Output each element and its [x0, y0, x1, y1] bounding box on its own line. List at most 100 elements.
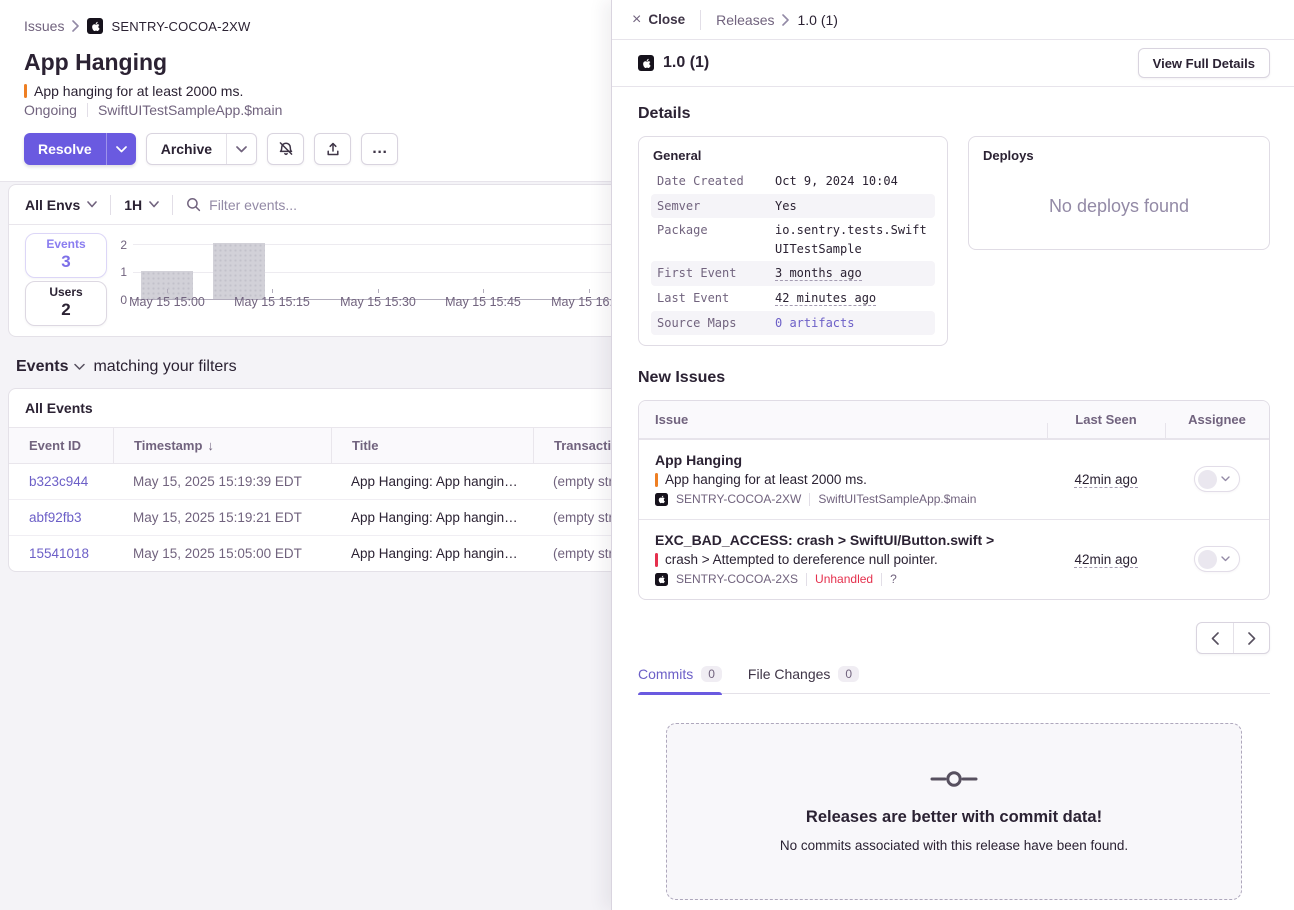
source-maps-link[interactable]: 0 artifacts: [775, 316, 854, 330]
close-icon: ×: [632, 12, 641, 28]
event-title: App Hanging: App hangin…: [331, 500, 533, 535]
issues-pagination: [638, 622, 1270, 654]
archive-split-button: Archive: [146, 133, 257, 165]
new-issues-table: Issue Last Seen Assignee App Hanging App…: [638, 400, 1270, 600]
tab-file-changes[interactable]: File Changes 0: [748, 666, 859, 693]
commits-empty-body: No commits associated with this release …: [687, 838, 1221, 853]
new-issues-heading: New Issues: [638, 369, 1270, 387]
resolve-dropdown-button[interactable]: [106, 133, 136, 165]
close-drawer-button[interactable]: × Close: [632, 12, 685, 28]
event-title: App Hanging: App hangin…: [331, 536, 533, 571]
chart-bar[interactable]: [213, 243, 265, 299]
event-id-link[interactable]: b323c944: [9, 464, 113, 499]
view-full-details-button[interactable]: View Full Details: [1138, 48, 1270, 78]
column-header-issue: Issue: [639, 412, 1047, 427]
breadcrumb-releases-link[interactable]: Releases: [716, 12, 774, 28]
commits-empty-state: Releases are better with commit data! No…: [666, 723, 1242, 900]
mute-button[interactable]: [267, 133, 304, 165]
x-tick-label: May 15 15:30: [340, 295, 416, 309]
next-page-button[interactable]: [1233, 623, 1269, 653]
archive-button[interactable]: Archive: [147, 134, 226, 164]
column-header-timestamp[interactable]: Timestamp↓: [113, 428, 331, 463]
tick-mark: [589, 289, 590, 293]
event-title: App Hanging: App hangin…: [331, 464, 533, 499]
divider: [172, 195, 173, 215]
divider: [881, 573, 882, 586]
issue-row[interactable]: App Hanging App hanging for at least 200…: [639, 439, 1269, 519]
chevron-down-icon: [1221, 556, 1230, 562]
assignee-dropdown[interactable]: [1194, 546, 1240, 572]
general-card-title: General: [651, 148, 935, 163]
general-row: Date Created Oct 9, 2024 10:04: [651, 169, 935, 194]
assignee-dropdown[interactable]: [1194, 466, 1240, 492]
column-header-last-seen: Last Seen: [1047, 412, 1165, 427]
last-seen-cell: 42min ago: [1047, 472, 1165, 487]
assignee-cell: [1165, 466, 1269, 492]
more-actions-button[interactable]: …: [361, 133, 398, 165]
issue-subtitle: App hanging for at least 2000 ms.: [655, 472, 1047, 487]
issue-subtitle: crash > Attempted to dereference null po…: [655, 552, 1047, 567]
column-header-event-id[interactable]: Event ID: [9, 428, 113, 463]
general-key: Package: [657, 221, 775, 258]
last-seen-tooltip-value[interactable]: 42min ago: [1074, 552, 1137, 568]
details-heading: Details: [638, 105, 1270, 123]
divider: [806, 573, 807, 586]
general-card: General Date Created Oct 9, 2024 10:04 S…: [638, 136, 948, 346]
issue-cell: EXC_BAD_ACCESS: crash > SwiftUI/Button.s…: [639, 532, 1047, 586]
event-timestamp: May 15, 2025 15:05:00 EDT: [113, 536, 331, 571]
issue-row[interactable]: EXC_BAD_ACCESS: crash > SwiftUI/Button.s…: [639, 519, 1269, 599]
archive-dropdown-button[interactable]: [226, 134, 256, 164]
avatar: [1198, 470, 1217, 489]
release-title: 1.0 (1): [663, 54, 709, 72]
general-row: Semver Yes: [651, 194, 935, 219]
event-id-link[interactable]: 15541018: [9, 536, 113, 571]
time-range-selector[interactable]: 1H: [124, 197, 159, 213]
general-row: First Event 3 months ago: [651, 261, 935, 286]
breadcrumb-issues-link[interactable]: Issues: [24, 18, 64, 34]
column-header-title[interactable]: Title: [331, 428, 533, 463]
chevron-down-icon: [116, 146, 127, 153]
last-seen-tooltip-value[interactable]: 42min ago: [1074, 472, 1137, 488]
chevron-right-icon: [1248, 632, 1256, 645]
tab-commits[interactable]: Commits 0: [638, 666, 722, 693]
general-row: Package io.sentry.tests.SwiftUITestSampl…: [651, 218, 935, 261]
deploys-card-title: Deploys: [981, 148, 1257, 163]
general-value: io.sentry.tests.SwiftUITestSample: [775, 221, 929, 258]
environment-selector[interactable]: All Envs: [25, 197, 97, 213]
chart-plot-area: 2 1 0: [133, 244, 653, 300]
issue-title-link[interactable]: App Hanging: [655, 452, 1047, 468]
apple-project-icon: [87, 18, 103, 34]
general-row: Source Maps 0 artifacts: [651, 311, 935, 336]
apple-project-icon: [655, 573, 668, 586]
assignee-cell: [1165, 546, 1269, 572]
last-event-tooltip-value[interactable]: 42 minutes ago: [775, 291, 876, 306]
help-icon[interactable]: ?: [890, 572, 897, 586]
release-tabs: Commits 0 File Changes 0: [638, 666, 1270, 694]
first-event-tooltip-value[interactable]: 3 months ago: [775, 266, 862, 281]
events-heading-label: Events: [16, 358, 68, 376]
events-stat-card[interactable]: Events 3: [25, 233, 107, 278]
tab-commits-count: 0: [701, 666, 722, 682]
deploys-empty-text: No deploys found: [981, 169, 1257, 217]
general-row: Last Event 42 minutes ago: [651, 286, 935, 311]
share-button[interactable]: [314, 133, 351, 165]
divider: [809, 493, 810, 506]
git-commit-icon: [930, 768, 978, 790]
events-heading-subtitle: matching your filters: [93, 358, 236, 376]
chevron-down-icon: [87, 201, 97, 208]
previous-page-button[interactable]: [1197, 623, 1233, 653]
issue-subtitle: App hanging for at least 2000 ms.: [34, 83, 243, 99]
level-indicator: [655, 473, 658, 487]
last-seen-cell: 42min ago: [1047, 552, 1165, 567]
events-heading-dropdown[interactable]: Events: [16, 358, 85, 376]
x-tick-label: May 15 15:45: [445, 295, 521, 309]
general-value: Oct 9, 2024 10:04: [775, 172, 929, 191]
divider: [700, 10, 701, 30]
issue-title-link[interactable]: EXC_BAD_ACCESS: crash > SwiftUI/Button.s…: [655, 532, 1047, 548]
general-value: 0 artifacts: [775, 314, 929, 333]
issue-context: SwiftUITestSampleApp.$main: [818, 492, 976, 506]
tab-file-changes-label: File Changes: [748, 666, 831, 682]
resolve-button[interactable]: Resolve: [24, 133, 106, 165]
event-id-link[interactable]: abf92fb3: [9, 500, 113, 535]
users-stat-card[interactable]: Users 2: [25, 281, 107, 326]
